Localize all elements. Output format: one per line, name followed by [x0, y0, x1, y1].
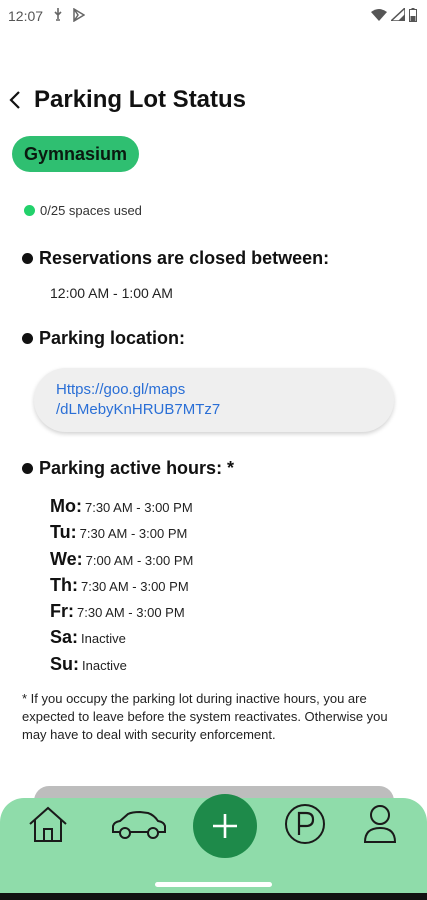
day-label: Fr:: [50, 601, 74, 622]
screen-bottom-edge: [0, 893, 427, 900]
status-time: 12:07: [8, 8, 44, 24]
usage-text: 0/25 spaces used: [40, 203, 142, 218]
header: Parking Lot Status: [8, 82, 246, 118]
location-link[interactable]: Https://goo.gl/maps /dLMebyKnHRUB7MTz7: [34, 368, 394, 432]
parking-icon: [285, 804, 325, 844]
day-hours: 7:30 AM - 3:00 PM: [80, 578, 189, 594]
status-dot-icon: [24, 205, 35, 216]
day-hours: 7:30 AM - 3:00 PM: [84, 500, 193, 515]
hours-row: Fr: 7:30 AM - 3:00 PM: [50, 601, 193, 627]
reservations-heading: Reservations are closed between:: [22, 248, 329, 269]
chevron-left-icon: [9, 91, 20, 109]
home-indicator[interactable]: [155, 882, 272, 887]
status-bar: 12:07: [0, 0, 427, 32]
day-hours: 7:00 AM - 3:00 PM: [85, 552, 194, 568]
home-icon: [29, 806, 67, 842]
day-hours: Inactive: [81, 631, 126, 647]
bullet-icon: [22, 463, 33, 474]
add-button[interactable]: [193, 794, 257, 858]
nav-profile[interactable]: [362, 802, 398, 851]
hours-heading-text: Parking active hours: *: [39, 458, 235, 478]
status-right: [371, 6, 417, 25]
hours-row: Su: Inactive: [50, 654, 193, 680]
day-label: Mo:: [50, 496, 82, 516]
nav-parking[interactable]: [283, 802, 327, 851]
back-button[interactable]: [8, 82, 30, 118]
location-link-line1: Https://goo.gl/maps: [56, 381, 186, 398]
wifi-icon: [371, 8, 387, 24]
day-hours: Inactive: [82, 657, 127, 673]
page-title: Parking Lot Status: [34, 86, 247, 113]
location-heading-text: Parking location:: [39, 328, 186, 348]
day-label: We:: [50, 548, 83, 569]
bullet-icon: [22, 333, 33, 344]
hours-row: Mo: 7:30 AM - 3:00 PM: [50, 496, 193, 522]
status-left: 12:07: [8, 7, 86, 25]
day-hours: 7:30 AM - 3:00 PM: [79, 526, 188, 542]
plus-icon: [213, 814, 237, 838]
hours-heading: Parking active hours: *: [22, 458, 234, 479]
profile-icon: [363, 805, 397, 843]
bullet-icon: [22, 253, 33, 264]
hours-row: Tu: 7:30 AM - 3:00 PM: [50, 522, 193, 548]
usb-icon: [53, 7, 63, 25]
signal-icon: [389, 6, 406, 24]
usage-indicator: 0/25 spaces used: [24, 203, 142, 218]
footnote: * If you occupy the parking lot during i…: [22, 691, 388, 742]
hours-row: We: 7:00 AM - 3:00 PM: [50, 549, 193, 575]
reservations-heading-text: Reservations are closed between:: [39, 248, 330, 268]
nav-vehicles[interactable]: [110, 810, 168, 845]
nav-home[interactable]: [26, 804, 70, 849]
location-link-line2: /dLMebyKnHRUB7MTz7: [56, 401, 221, 418]
reservations-time-range: 12:00 AM - 1:00 AM: [50, 285, 173, 301]
day-label: Th:: [50, 574, 78, 595]
location-heading: Parking location:: [22, 328, 185, 349]
day-label: Su:: [50, 653, 79, 674]
hours-row: Th: 7:30 AM - 3:00 PM: [50, 575, 193, 601]
cast-icon: [73, 7, 86, 25]
hours-row: Sa: Inactive: [50, 627, 193, 653]
day-label: Tu:: [50, 522, 77, 543]
day-label: Sa:: [50, 627, 79, 648]
battery-icon: [409, 7, 417, 25]
hours-list: Mo: 7:30 AM - 3:00 PM Tu: 7:30 AM - 3:00 P…: [50, 496, 193, 680]
lot-name-chip: Gymnasium: [12, 136, 140, 172]
day-hours: 7:30 AM - 3:00 PM: [77, 605, 185, 621]
car-icon: [112, 810, 166, 839]
